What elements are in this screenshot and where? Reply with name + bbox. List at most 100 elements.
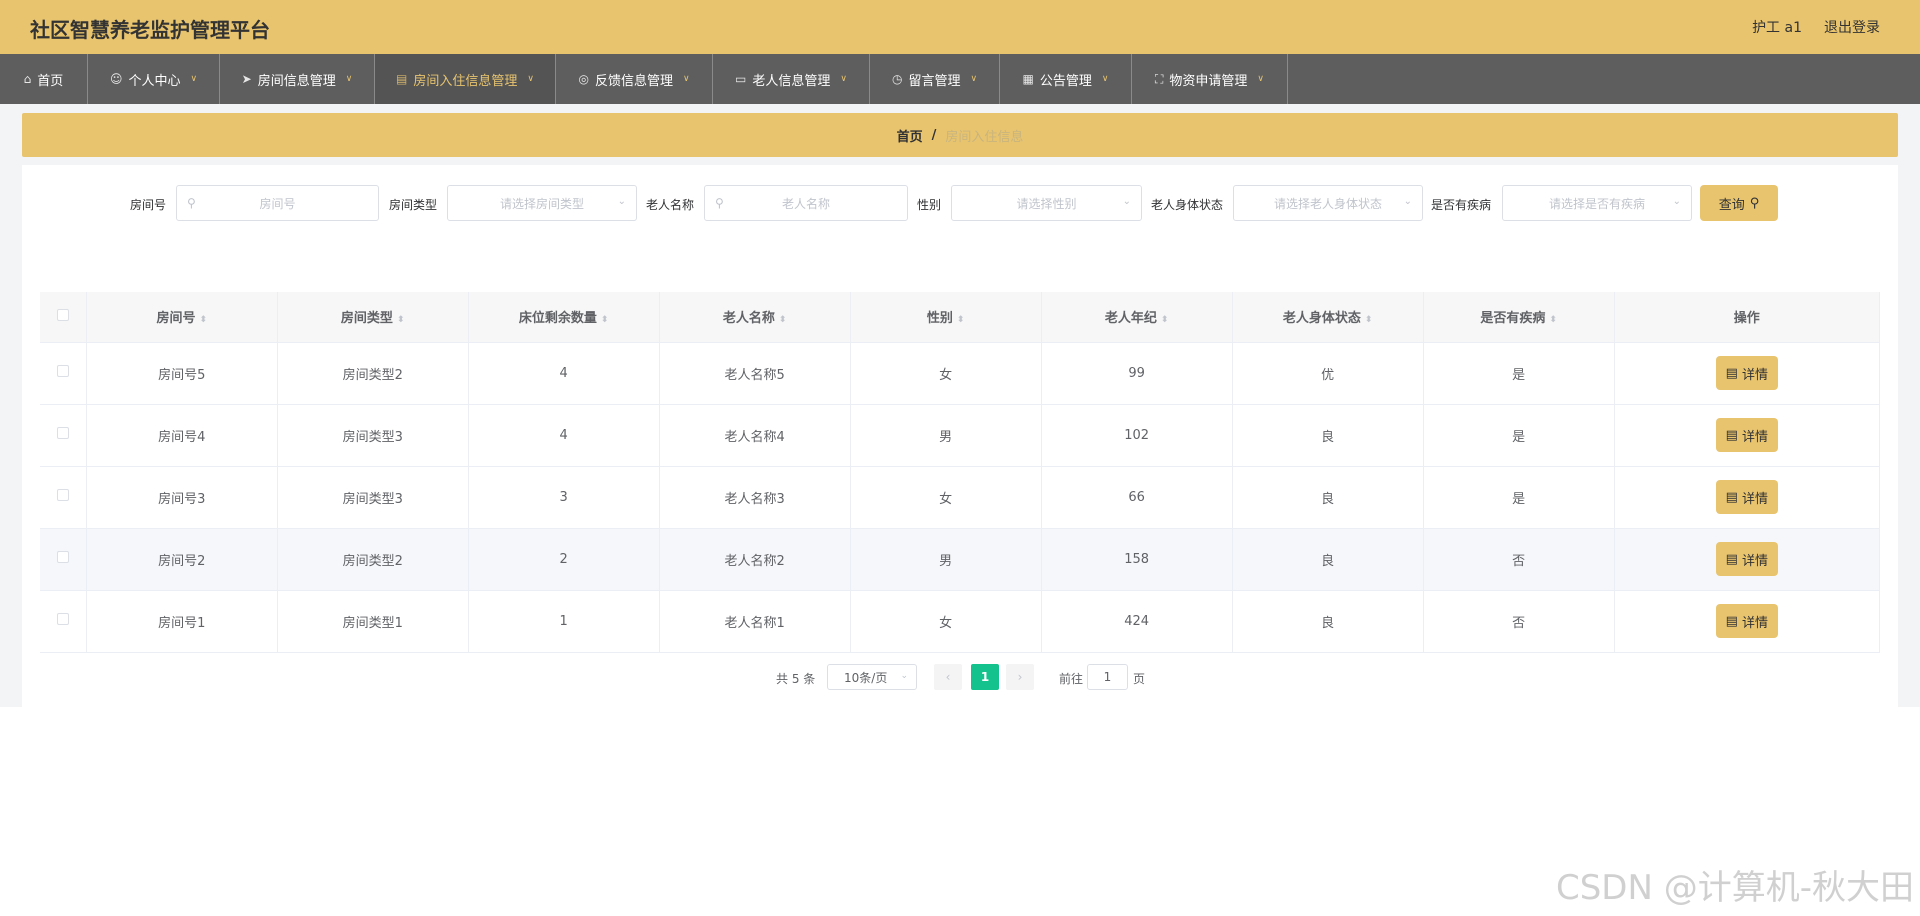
column-header-label: 性别 — [926, 311, 953, 327]
chevron-down-icon: ⌄ — [617, 196, 626, 207]
search-icon: ⚲ — [1749, 195, 1760, 211]
top-bar: 社区智慧养老监护管理平台 护工 a1 退出登录 — [0, 0, 1920, 54]
elder-name-placeholder: 老人名称 — [781, 196, 830, 211]
user-icon: ☺ — [109, 72, 123, 86]
nav-item-6[interactable]: ◷ 留言管理 ∨ — [870, 54, 1000, 104]
next-page-button[interactable]: › — [1006, 664, 1034, 690]
chevron-down-icon: ∨ — [840, 74, 847, 84]
nav-item-7[interactable]: ▦ 公告管理 ∨ — [1000, 54, 1132, 104]
cell-type: 房间类型3 — [277, 466, 469, 529]
column-header[interactable]: 老人身体状态 ⬍ — [1232, 292, 1424, 343]
document-icon: ▤ — [1725, 489, 1738, 505]
column-header[interactable]: 性别 ⬍ — [850, 292, 1042, 343]
gender-select[interactable]: 请选择性别 ⌄ — [951, 185, 1142, 221]
query-button[interactable]: 查询 ⚲ — [1700, 185, 1778, 221]
breadcrumb-home[interactable]: 首页 — [897, 126, 923, 145]
column-header[interactable]: 床位剩余数量 ⬍ — [468, 292, 660, 343]
chevron-down-icon: ∨ — [970, 74, 978, 84]
column-header[interactable]: 房间号 ⬍ — [86, 292, 278, 343]
row-checkbox[interactable] — [56, 613, 69, 625]
detail-label: 详情 — [1741, 429, 1768, 445]
room-no-input[interactable]: ⚲ 房间号 — [176, 185, 379, 221]
chevron-down-icon: ⌄ — [900, 671, 908, 681]
nav-item-3[interactable]: ▤ 房间入住信息管理 ∨ — [375, 54, 556, 104]
table-row: 房间号5 房间类型2 4 老人名称5 女 99 优是 ▤ 详情 — [40, 342, 1881, 405]
column-header: 操作 — [1614, 292, 1881, 343]
nav-item-label: 房间入住信息管理 — [413, 73, 518, 89]
cell-gender: 男 — [850, 528, 1042, 591]
sort-icon[interactable]: ⬍ — [199, 315, 207, 325]
chevron-down-icon: ∨ — [682, 74, 690, 84]
cell-name: 老人名称3 — [659, 466, 851, 529]
nav-item-1[interactable]: ☺ 个人中心 ∨ — [88, 54, 220, 104]
row-checkbox[interactable] — [56, 427, 69, 439]
detail-button[interactable]: ▤ 详情 — [1715, 418, 1778, 452]
column-header-label: 床位剩余数量 — [518, 311, 597, 327]
table-row: 房间号1 房间类型1 1 老人名称1 女 424 良否 ▤ 详情 — [40, 590, 1881, 653]
sort-icon[interactable]: ⬍ — [397, 315, 405, 325]
column-header[interactable]: 老人名称 ⬍ — [659, 292, 851, 343]
select-all-checkbox[interactable] — [56, 308, 69, 321]
column-header-label: 房间类型 — [340, 311, 393, 327]
nav-item-4[interactable]: ◎ 反馈信息管理 ∨ — [556, 54, 713, 104]
cell-name: 老人名称4 — [659, 404, 851, 467]
chevron-right-icon: › — [1017, 670, 1023, 684]
row-checkbox[interactable] — [56, 365, 69, 377]
nav-item-8[interactable]: ⛶ 物资申请管理 ∨ — [1132, 54, 1288, 104]
sort-icon[interactable]: ⬍ — [957, 315, 965, 325]
prev-page-button[interactable]: ‹ — [934, 664, 962, 690]
chevron-down-icon: ∨ — [1257, 74, 1264, 84]
cell-age: 158 — [1041, 528, 1233, 591]
detail-button[interactable]: ▤ 详情 — [1715, 480, 1778, 514]
document-icon: ▤ — [1725, 365, 1738, 381]
page-number-current[interactable]: 1 — [971, 664, 999, 690]
cell-name: 老人名称2 — [659, 528, 851, 591]
sort-icon[interactable]: ⬍ — [779, 315, 787, 325]
document-icon: ▤ — [1725, 613, 1738, 629]
column-header[interactable]: 老人年纪 ⬍ — [1041, 292, 1233, 343]
page-size-select[interactable]: 10条/页 ⌄ — [827, 664, 917, 690]
row-select-cell — [40, 528, 87, 591]
room-no-placeholder: 房间号 — [259, 196, 296, 211]
search-icon: ⚲ — [187, 196, 196, 210]
breadcrumb-current: 房间入住信息 — [945, 129, 1024, 145]
current-user[interactable]: 护工 a1 — [1752, 17, 1802, 37]
fullscreen-icon: ⛶ — [1154, 71, 1164, 86]
sort-icon[interactable]: ⬍ — [601, 315, 609, 325]
user-area: 护工 a1 退出登录 — [1752, 17, 1880, 37]
row-select-cell — [40, 466, 87, 529]
elder-name-input[interactable]: ⚲ 老人名称 — [704, 185, 908, 221]
cell-beds: 4 — [468, 404, 660, 467]
sort-icon[interactable]: ⬍ — [1365, 315, 1373, 325]
room-type-select[interactable]: 请选择房间类型 ⌄ — [447, 185, 637, 221]
disease-select[interactable]: 请选择是否有疾病 ⌄ — [1502, 185, 1692, 221]
column-header-label: 老人名称 — [722, 311, 775, 327]
health-select[interactable]: 请选择老人身体状态 ⌄ — [1233, 185, 1423, 221]
gender-label: 性别 — [917, 198, 942, 212]
clipboard-icon: ▤ — [396, 72, 408, 86]
room-no-label: 房间号 — [130, 198, 167, 212]
goto-label: 前往 — [1059, 672, 1084, 686]
nav-item-label: 老人信息管理 — [752, 73, 831, 89]
nav-item-0[interactable]: ⌂ 首页 — [0, 54, 88, 104]
column-header[interactable]: 房间类型 ⬍ — [277, 292, 469, 343]
gender-placeholder: 请选择性别 — [1016, 196, 1077, 211]
page-size-value: 10条/页 — [844, 670, 888, 685]
sort-icon[interactable]: ⬍ — [1161, 315, 1169, 325]
cell-health: 良 — [1232, 590, 1424, 653]
goto-page-input[interactable]: 1 — [1087, 664, 1128, 690]
column-header[interactable]: 是否有疾病 ⬍ — [1423, 292, 1615, 343]
row-checkbox[interactable] — [56, 551, 69, 563]
detail-button[interactable]: ▤ 详情 — [1715, 356, 1778, 390]
row-checkbox[interactable] — [56, 489, 69, 501]
query-label: 查询 — [1718, 197, 1745, 213]
cell-actions: ▤ 详情 — [1614, 528, 1881, 591]
detail-button[interactable]: ▤ 详情 — [1715, 604, 1778, 638]
nav-item-5[interactable]: ▭ 老人信息管理 ∨ — [713, 54, 870, 104]
logout-button[interactable]: 退出登录 — [1824, 17, 1880, 37]
nav-item-label: 物资申请管理 — [1169, 73, 1248, 89]
detail-button[interactable]: ▤ 详情 — [1715, 542, 1778, 576]
nav-item-2[interactable]: ➤ 房间信息管理 ∨ — [220, 54, 375, 104]
sort-icon[interactable]: ⬍ — [1549, 315, 1557, 325]
document-icon: ▤ — [1725, 427, 1738, 443]
